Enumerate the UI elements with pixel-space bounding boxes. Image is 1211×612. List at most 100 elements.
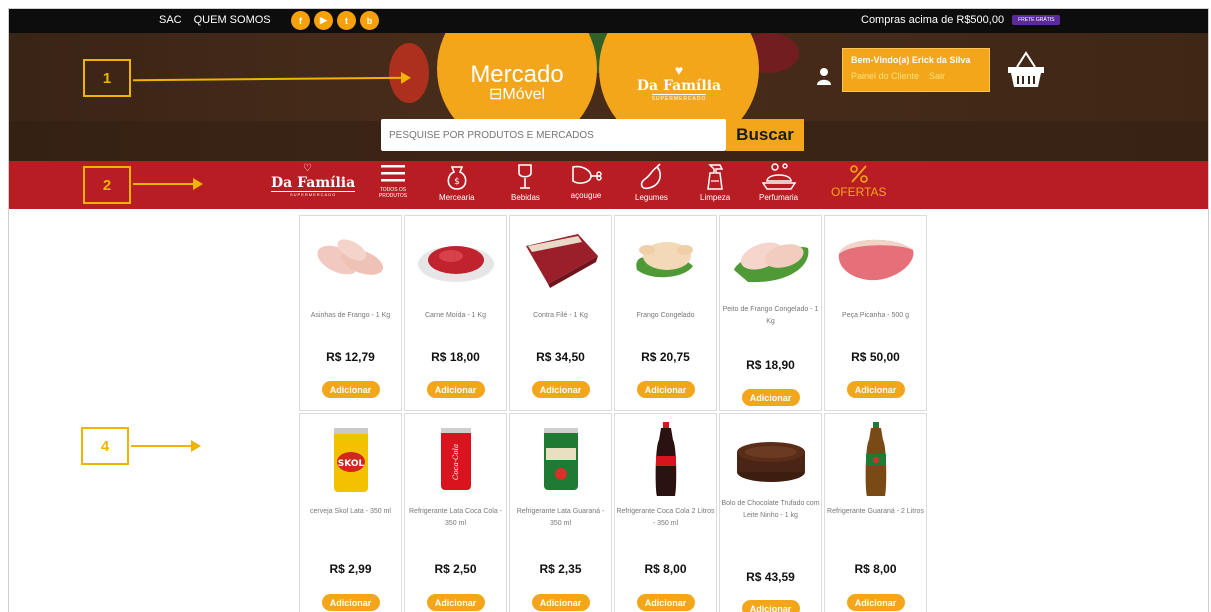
- product-name: cerveja Skol Lata - 350 ml: [310, 508, 391, 515]
- add-to-cart-button[interactable]: Adicionar: [531, 594, 590, 611]
- frozen-chicken-image: [636, 242, 693, 278]
- heart-icon: ♡: [303, 163, 312, 174]
- hero-banner: Mercado ⊟Móvel ♥ Da Família SUPERMERCADO…: [9, 33, 1208, 161]
- nav-label: Legumes: [635, 193, 668, 202]
- product-name: Bolo de Chocolate Trufado com Leite Ninh…: [721, 500, 820, 519]
- product-name: Contra Filé - 1 Kg: [533, 312, 588, 319]
- nav-bebidas[interactable]: Bebidas: [511, 163, 540, 202]
- nav-label: TODOS OS PRODUTOS: [378, 187, 408, 199]
- blogger-icon[interactable]: b: [360, 11, 379, 30]
- guarana-can-image: [544, 428, 578, 490]
- logout-link[interactable]: Sair: [929, 71, 945, 81]
- nav-mercearia[interactable]: $ Mercearia: [439, 163, 475, 202]
- add-to-cart-button[interactable]: Adicionar: [321, 594, 380, 611]
- product-price: R$ 18,90: [746, 358, 795, 372]
- add-to-cart-button[interactable]: Adicionar: [531, 381, 590, 398]
- ground-beef-image: [418, 246, 494, 282]
- user-welcome-box: Bem-Vindo(a) Erick da Silva Painel do Cl…: [842, 48, 990, 92]
- product-name: Refrigerante Guaraná - 2 Litros: [827, 508, 924, 515]
- coca-bottle-image: [655, 422, 677, 496]
- product-card: Refrigerante Guaraná - 2 Litros R$ 8,00 …: [824, 413, 927, 612]
- nav-perfumaria[interactable]: Perfumaria: [759, 163, 798, 202]
- twitter-icon[interactable]: t: [337, 11, 356, 30]
- product-name: Frango Congelado: [636, 312, 695, 319]
- product-card: Bolo de Chocolate Trufado com Leite Ninh…: [719, 413, 822, 612]
- add-to-cart-button[interactable]: Adicionar: [741, 389, 800, 406]
- product-card: Refrigerante Coca Cola 2 Litros - 350 ml…: [614, 413, 717, 612]
- page-frame: SAC QUEM SOMOS f ▶ t b Compras acima de …: [8, 8, 1209, 612]
- nav-legumes[interactable]: Legumes: [635, 163, 668, 202]
- search-input[interactable]: [381, 119, 726, 151]
- product-card: Coca-Cola Refrigerante Lata Coca Cola - …: [404, 413, 507, 612]
- sac-link[interactable]: SAC: [159, 14, 182, 26]
- percent-icon: [849, 165, 868, 183]
- product-name: Refrigerante Lata Coca Cola - 350 ml: [409, 508, 502, 527]
- welcome-text: Bem-Vindo(a) Erick da Silva: [851, 55, 971, 65]
- nav-label: Bebidas: [511, 193, 540, 202]
- product-price: R$ 2,35: [539, 562, 582, 576]
- product-price: R$ 8,00: [854, 562, 897, 576]
- add-to-cart-button[interactable]: Adicionar: [846, 594, 905, 611]
- logo-title: Da Família: [636, 78, 722, 94]
- menu-icon: [381, 165, 405, 182]
- nav-limpeza[interactable]: Limpeza: [700, 163, 730, 202]
- product-price: R$ 43,59: [746, 570, 795, 584]
- product-card: Frango Congelado R$ 20,75 Adicionar: [614, 215, 717, 411]
- add-to-cart-button[interactable]: Adicionar: [426, 381, 485, 398]
- annotation-marker-1: 1: [83, 59, 131, 97]
- shopping-basket-icon[interactable]: [1005, 51, 1047, 89]
- bag-icon: $: [447, 166, 467, 190]
- facebook-icon[interactable]: f: [291, 11, 310, 30]
- add-to-cart-button[interactable]: Adicionar: [741, 600, 800, 612]
- product-price: R$ 20,75: [641, 350, 690, 364]
- cart-small-icon: ⊟: [488, 86, 503, 103]
- product-card: Peça Picanha - 500 g R$ 50,00 Adicionar: [824, 215, 927, 411]
- add-to-cart-button[interactable]: Adicionar: [636, 594, 695, 611]
- youtube-icon[interactable]: ▶: [314, 11, 333, 30]
- product-price: R$ 2,99: [329, 562, 372, 576]
- logo-subtitle-text: Móvel: [502, 86, 546, 103]
- logo-title: Mercado: [470, 61, 564, 88]
- client-panel-link[interactable]: Painel do Cliente: [851, 71, 919, 81]
- add-to-cart-button[interactable]: Adicionar: [636, 381, 695, 398]
- nav-label: OFERTAS: [831, 185, 887, 199]
- add-to-cart-button[interactable]: Adicionar: [321, 381, 380, 398]
- product-name: Refrigerante Lata Guaraná - 350 ml: [516, 508, 605, 527]
- annotation-arrow: [133, 178, 203, 190]
- chicken-breast-image: [734, 242, 809, 283]
- nav-label: Perfumaria: [759, 193, 799, 202]
- product-name: Peça Picanha - 500 g: [842, 312, 909, 319]
- product-name: Asinhas de Frango - 1 Kg: [310, 312, 391, 319]
- add-to-cart-button[interactable]: Adicionar: [426, 594, 485, 611]
- logo-subtitle: ⊟Móvel: [489, 87, 545, 103]
- annotation-marker-4: 4: [81, 427, 129, 465]
- annotation-marker-2: 2: [83, 166, 131, 204]
- category-nav: ♡ Da Família SUPERMERCADO TODOS OS PRODU…: [9, 161, 1208, 209]
- search-button[interactable]: Buscar: [726, 119, 804, 151]
- product-card: Refrigerante Lata Guaraná - 350 ml R$ 2,…: [509, 413, 612, 612]
- product-price: R$ 34,50: [536, 350, 585, 364]
- add-to-cart-button[interactable]: Adicionar: [846, 381, 905, 398]
- product-name: Carne Moída - 1 Kg: [424, 312, 487, 319]
- free-shipping-badge: FRETE GRÁTIS: [1012, 15, 1061, 25]
- product-price: R$ 18,00: [431, 350, 480, 364]
- chocolate-cake-image: [737, 442, 805, 482]
- nav-da-familia-logo[interactable]: ♡ Da Família SUPERMERCADO: [271, 163, 356, 197]
- product-card: Asinhas de Frango - 1 Kg R$ 12,79 Adicio…: [299, 215, 402, 411]
- nav-acougue[interactable]: açougue: [569, 163, 603, 200]
- product-card: Contra Filé - 1 Kg R$ 34,50 Adicionar: [509, 215, 612, 411]
- perfume-icon: [761, 163, 796, 190]
- logo-subtitle: SUPERMERCADO: [651, 94, 707, 102]
- user-icon: [817, 68, 831, 85]
- svg-text:SKOL: SKOL: [338, 459, 365, 469]
- coca-can-image: Coca-Cola: [441, 428, 471, 490]
- product-name: Peito de Frango Congelado - 1 Kg: [722, 306, 819, 325]
- product-price: R$ 2,50: [434, 562, 477, 576]
- eggplant-icon: [641, 163, 662, 190]
- sirloin-image: [526, 234, 598, 288]
- quem-somos-link[interactable]: QUEM SOMOS: [194, 14, 271, 26]
- nav-todos-produtos[interactable]: TODOS OS PRODUTOS: [373, 163, 413, 199]
- svg-text:Coca-Cola: Coca-Cola: [452, 444, 460, 480]
- skol-can-image: SKOL: [334, 428, 368, 492]
- nav-ofertas[interactable]: OFERTAS: [831, 163, 887, 199]
